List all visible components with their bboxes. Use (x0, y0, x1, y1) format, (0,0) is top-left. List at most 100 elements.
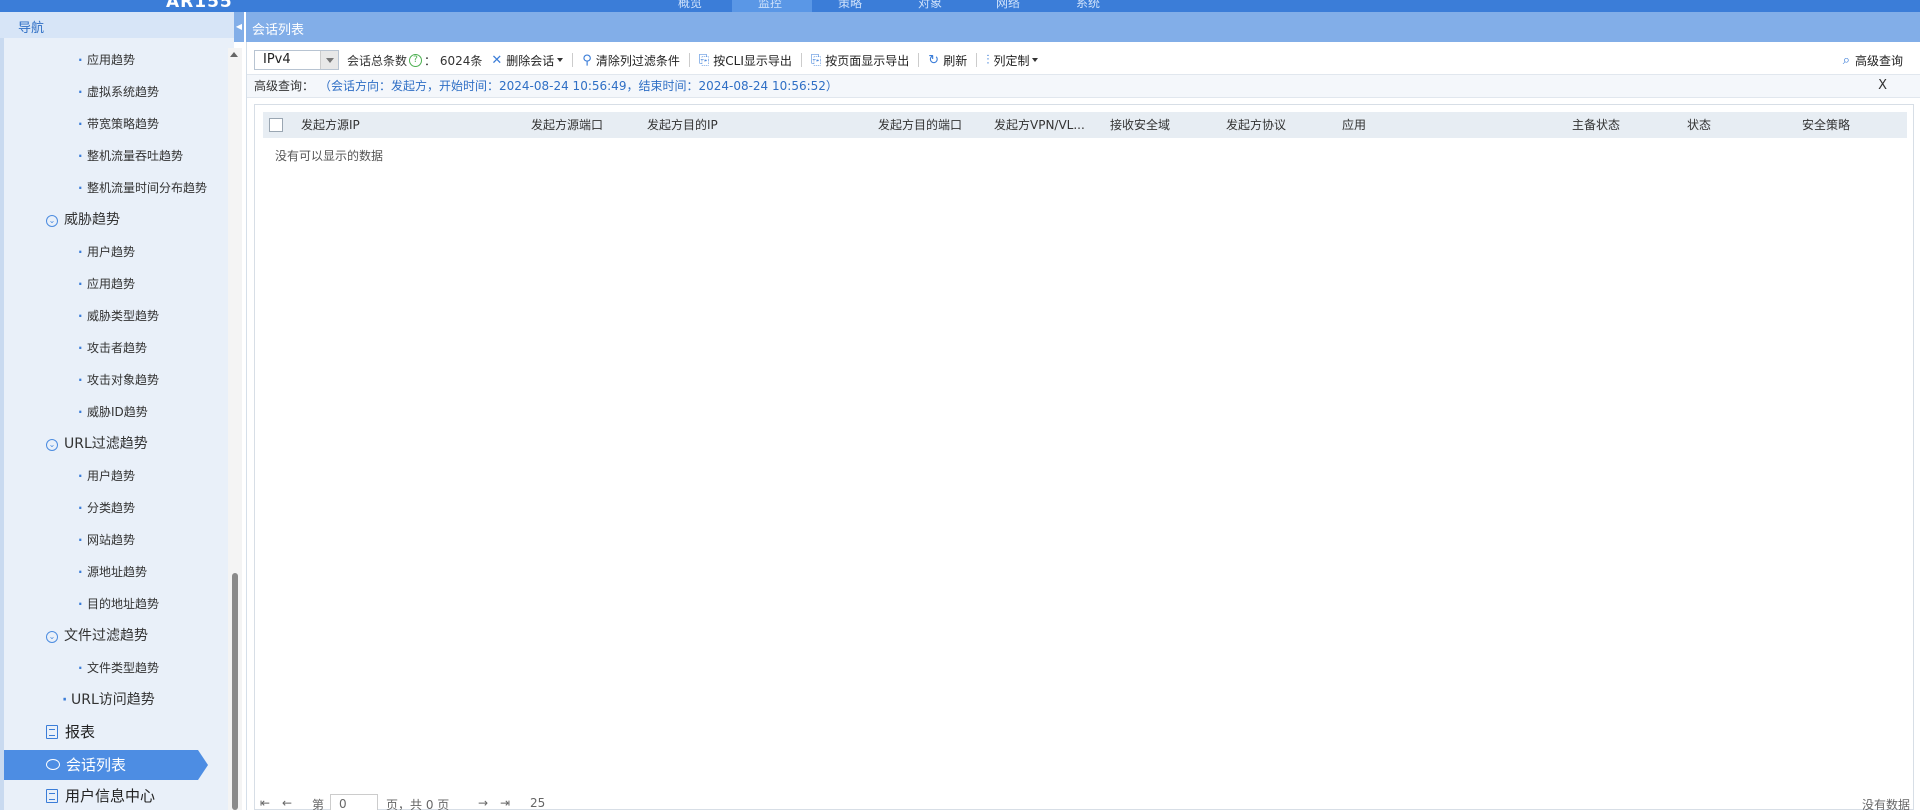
col-state[interactable]: 状态 (1687, 112, 1711, 138)
chevron-down-icon[interactable] (320, 51, 338, 69)
advanced-query-bar: 高级查询： （会话方向：发起方，开始时间：2024-08-24 10:56:49… (247, 74, 1920, 98)
total-value: ： 6024条 (424, 53, 483, 68)
nav-header: 导航 (0, 12, 234, 38)
col-recv-zone[interactable]: 接收安全域 (1110, 112, 1170, 138)
scroll-thumb[interactable] (232, 573, 238, 810)
toolbar-divider (572, 53, 574, 67)
nav-item-attacker-trend[interactable]: 攻击者趋势 (0, 335, 147, 361)
first-page-icon[interactable]: ⇤ (260, 796, 270, 810)
nav-item-threat-app-trend[interactable]: 应用趋势 (0, 271, 135, 297)
content-header: 会话列表 (246, 12, 1920, 42)
nav-group-threat-trend[interactable]: ⌄ 威胁趋势 (0, 207, 120, 233)
toolbar-divider (976, 53, 978, 67)
nav-item-throughput-trend[interactable]: 整机流量吞吐趋势 (0, 143, 183, 169)
delete-session-button[interactable]: ✕ 删除会话 (491, 52, 564, 69)
nav-item-url-access-trend[interactable]: URL访问趋势 (0, 687, 155, 713)
brand-logo: AR155 (166, 0, 233, 12)
export-icon: ⎘ (810, 52, 822, 68)
nav-group-file-filter-trend[interactable]: ⌄ 文件过滤趋势 (0, 623, 148, 649)
nav-item-report[interactable]: 报表 (0, 719, 95, 745)
refresh-icon: ↻ (928, 52, 940, 68)
tab-policy[interactable]: 策略 (838, 0, 862, 11)
report-icon (46, 725, 58, 739)
nav-item-bandwidth-trend[interactable]: 带宽策略趋势 (0, 111, 159, 137)
tab-overview[interactable]: 概览 (678, 0, 702, 11)
expand-icon: ⌄ (46, 631, 58, 643)
nav-item-session-list[interactable]: 会话列表 (4, 750, 208, 780)
toolbar-divider (688, 53, 690, 67)
col-src-ip[interactable]: 发起方源IP (301, 112, 360, 138)
tab-system[interactable]: 系统 (1076, 0, 1100, 11)
scroll-up-icon[interactable] (230, 52, 238, 57)
nav-item-file-type-trend[interactable]: 文件类型趋势 (0, 655, 159, 681)
empty-message: 没有可以显示的数据 (275, 149, 384, 163)
expand-icon: ⌄ (46, 439, 58, 451)
page-title: 会话列表 (252, 23, 305, 38)
close-icon[interactable]: X (1878, 75, 1887, 97)
tab-object[interactable]: 对象 (918, 0, 942, 11)
delete-icon: ✕ (491, 52, 503, 68)
page-number-input[interactable]: 0 (330, 794, 378, 810)
nav-item-time-dist-trend[interactable]: 整机流量时间分布趋势 (0, 175, 207, 201)
search-doc-icon: ⌕ (1842, 52, 1850, 68)
caret-down-icon (1032, 58, 1039, 62)
nav-item-user-info-center[interactable]: 用户信息中心 (0, 783, 155, 809)
nav-item-threat-type-trend[interactable]: 威胁类型趋势 (0, 303, 159, 329)
prev-page-icon[interactable]: ← (282, 796, 292, 810)
advanced-query-condition: （会话方向：发起方，开始时间：2024-08-24 10:56:49，结束时间：… (319, 79, 838, 93)
col-src-port[interactable]: 发起方源端口 (531, 112, 603, 138)
caret-down-icon (557, 58, 564, 62)
col-ha-state[interactable]: 主备状态 (1572, 112, 1620, 138)
nav-item-user-trend[interactable]: 用户趋势 (0, 239, 135, 265)
sidebar-scrollbar[interactable] (228, 48, 242, 810)
col-dst-port[interactable]: 发起方目的端口 (878, 112, 962, 138)
page-suffix: 页，共 0 页 (386, 798, 450, 810)
advanced-query-button[interactable]: ⌕ 高级查询 (1843, 48, 1903, 72)
next-page-icon[interactable]: → (478, 796, 488, 810)
help-icon[interactable]: ? (409, 53, 423, 67)
nav-item-target-trend[interactable]: 攻击对象趋势 (0, 367, 159, 393)
col-application[interactable]: 应用 (1342, 112, 1366, 138)
session-grid: 发起方源IP 发起方源端口 发起方目的IP 发起方目的端口 发起方VPN/VL.… (254, 104, 1914, 810)
col-security-policy[interactable]: 安全策略 (1802, 112, 1850, 138)
advanced-query-label: 高级查询： (254, 79, 315, 93)
page-prefix: 第 (312, 798, 325, 810)
expand-icon: ⌄ (46, 215, 58, 227)
nav-item-source-trend[interactable]: 源地址趋势 (0, 559, 147, 585)
last-page-icon[interactable]: ⇥ (500, 796, 510, 810)
nav-group-url-filter-trend[interactable]: ⌄ URL过滤趋势 (0, 431, 148, 457)
document-icon (46, 789, 58, 803)
nav-item-category-trend[interactable]: 分类趋势 (0, 495, 135, 521)
tab-network[interactable]: 网络 (996, 0, 1020, 11)
nav-item-vsys-trend[interactable]: 虚拟系统趋势 (0, 79, 159, 105)
col-protocol[interactable]: 发起方协议 (1226, 112, 1286, 138)
cli-export-button[interactable]: ⎘ 按CLI显示导出 (699, 52, 792, 69)
nav-title: 导航 (18, 21, 45, 36)
top-bar: AR155 概览 监控 策略 对象 网络 系统 (0, 0, 1920, 12)
toolbar: IPv4 会话总条数 ? ： 6024条 ✕ 删除会话 ⚲ 清除列过滤条件 ⎘ 按CL… (247, 48, 1920, 72)
filter-icon: ⚲ (582, 52, 592, 68)
col-vpn-vlan[interactable]: 发起方VPN/VL... (994, 112, 1085, 138)
select-all-checkbox[interactable] (269, 118, 283, 132)
nav-item-app-trend[interactable]: 应用趋势 (0, 47, 135, 73)
col-dst-ip[interactable]: 发起方目的IP (647, 112, 718, 138)
nav-item-url-user-trend[interactable]: 用户趋势 (0, 463, 135, 489)
pager-status: 没有数据 (1861, 798, 1910, 810)
page-size-select[interactable]: 25 (530, 796, 545, 810)
main-panel: IPv4 会话总条数 ? ： 6024条 ✕ 删除会话 ⚲ 清除列过滤条件 ⎘ 按CL… (246, 42, 1920, 810)
nav-item-threat-id-trend[interactable]: 威胁ID趋势 (0, 399, 148, 425)
pager: ⇤ ← 第 0 页，共 0 页 → ⇥ 25 没有数据 (260, 794, 1910, 810)
nav-item-website-trend[interactable]: 网站趋势 (0, 527, 135, 553)
toolbar-divider (800, 53, 802, 67)
toolbar-divider (918, 53, 920, 67)
refresh-button[interactable]: ↻ 刷新 (928, 52, 967, 69)
tab-monitor[interactable]: 监控 (732, 0, 812, 12)
columns-icon: ⫶ (986, 52, 990, 68)
collapse-nav-button[interactable]: ◀ (234, 12, 244, 42)
nav-item-dest-trend[interactable]: 目的地址趋势 (0, 591, 159, 617)
clear-filter-button[interactable]: ⚲ 清除列过滤条件 (582, 52, 680, 69)
page-export-button[interactable]: ⎘ 按页面显示导出 (811, 52, 909, 69)
ip-version-select[interactable]: IPv4 (254, 50, 339, 70)
column-custom-button[interactable]: ⫶ 列定制 (986, 52, 1039, 69)
total-label: 会话总条数 (347, 53, 408, 68)
